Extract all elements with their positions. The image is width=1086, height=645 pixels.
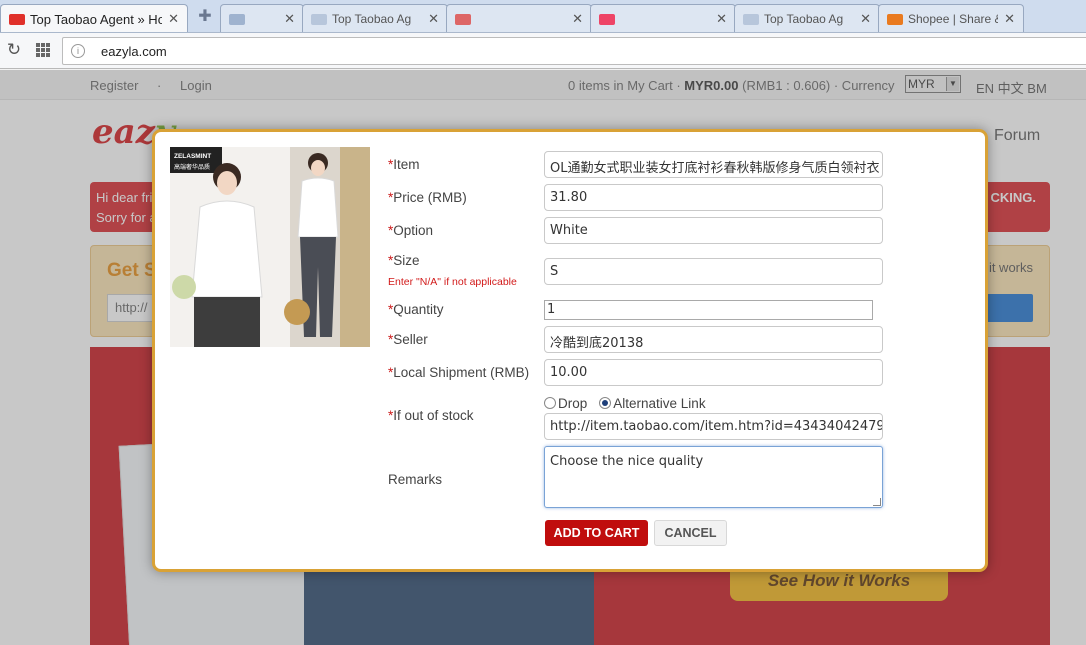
browser-tab-active[interactable]: Top Taobao Agent » Home ✕ <box>0 4 188 32</box>
tab-favicon-icon <box>455 13 471 25</box>
browser-tab[interactable]: Top Taobao Ag ✕ <box>302 4 448 32</box>
label-text: Size <box>393 253 420 268</box>
url-text: eazyla.com <box>101 44 167 59</box>
browser-tab[interactable]: Shopee | Share & ... ✕ <box>878 4 1024 32</box>
cancel-button[interactable]: CANCEL <box>654 520 727 546</box>
label-text: Option <box>393 223 434 238</box>
label-text: Local Shipment (RMB) <box>393 365 530 380</box>
quantity-input[interactable]: 1 <box>544 300 873 320</box>
tab-close-icon[interactable]: ✕ <box>168 11 179 27</box>
tab-favicon-icon <box>599 13 615 25</box>
label-text: Quantity <box>393 302 444 317</box>
tab-title: Top Taobao Ag <box>332 12 412 26</box>
label-text: If out of stock <box>393 408 474 423</box>
resize-grip-icon[interactable] <box>873 498 881 506</box>
label-text: Price (RMB) <box>393 190 467 205</box>
tab-close-icon[interactable]: ✕ <box>428 11 439 27</box>
add-to-cart-modal: ZELASMINT 高端奢华品质 *Item OL通勤女式职业装女打底衬衫春秋韩… <box>152 129 988 572</box>
shipment-label: *Local Shipment (RMB) <box>388 365 529 380</box>
tab-title: Top Taobao Agent » Home <box>30 11 162 27</box>
remarks-textarea[interactable]: Choose the nice quality <box>544 446 883 508</box>
size-label: *Size <box>388 253 420 268</box>
item-label: *Item <box>388 157 420 172</box>
shipment-input[interactable]: 10.00 <box>544 359 883 386</box>
add-to-cart-form: *Item OL通勤女式职业装女打底衬衫春秋韩版修身气质白领衬衣 *Price … <box>155 132 985 569</box>
browser-tab[interactable]: ✕ <box>446 4 592 32</box>
browser-tab[interactable]: Top Taobao Ag ✕ <box>734 4 880 32</box>
label-text: Seller <box>393 332 428 347</box>
radio-drop[interactable] <box>544 397 556 409</box>
price-input[interactable]: 31.80 <box>544 184 883 211</box>
out-of-stock-options: Drop Alternative Link <box>544 394 706 412</box>
radio-alternative-link-label[interactable]: Alternative Link <box>613 396 705 411</box>
tab-close-icon[interactable]: ✕ <box>716 11 727 27</box>
page-info-icon[interactable]: i <box>71 44 85 58</box>
browser-tab[interactable]: ✕ <box>220 4 304 32</box>
option-label: *Option <box>388 223 433 238</box>
tab-close-icon[interactable]: ✕ <box>860 11 871 27</box>
tab-close-icon[interactable]: ✕ <box>284 11 295 27</box>
radio-alternative-link[interactable] <box>599 397 612 409</box>
item-input[interactable]: OL通勤女式职业装女打底衬衫春秋韩版修身气质白领衬衣 <box>544 151 883 178</box>
new-tab-icon[interactable]: ✚ <box>196 9 214 25</box>
browser-tab[interactable]: ✕ <box>590 4 736 32</box>
tab-title: Top Taobao Ag <box>764 12 844 26</box>
tab-close-icon[interactable]: ✕ <box>572 11 583 27</box>
seller-input[interactable]: 冷酷到底20138 <box>544 326 883 353</box>
tab-favicon-icon <box>311 13 327 25</box>
out-of-stock-label: *If out of stock <box>388 408 474 423</box>
tab-favicon-icon <box>743 13 759 25</box>
alternative-link-input[interactable]: http://item.taobao.com/item.htm?id=43434… <box>544 413 883 440</box>
apps-grid-icon[interactable] <box>36 43 50 57</box>
seller-label: *Seller <box>388 332 428 347</box>
tab-favicon-icon <box>887 13 903 25</box>
site-favicon-icon <box>9 13 25 25</box>
reload-icon[interactable]: ↻ <box>4 40 24 60</box>
radio-drop-label[interactable]: Drop <box>558 396 587 411</box>
size-hint: Enter "N/A" if not applicable <box>388 276 517 288</box>
add-to-cart-button[interactable]: ADD TO CART <box>545 520 648 546</box>
tab-close-icon[interactable]: ✕ <box>1004 11 1015 27</box>
tab-favicon-icon <box>229 13 245 25</box>
size-input[interactable]: S <box>544 258 883 285</box>
remarks-text: Choose the nice quality <box>550 454 704 469</box>
address-bar[interactable]: i eazyla.com <box>62 37 1086 65</box>
remarks-label: Remarks <box>388 472 443 487</box>
browser-toolbar: ↻ i eazyla.com <box>0 33 1086 69</box>
option-input[interactable]: White <box>544 217 883 244</box>
price-label: *Price (RMB) <box>388 190 467 205</box>
label-text: Item <box>393 157 420 172</box>
tab-title: Shopee | Share & ... <box>908 12 998 26</box>
quantity-label: *Quantity <box>388 302 444 317</box>
browser-tabstrip: Top Taobao Agent » Home ✕ ✚ ✕ Top Taobao… <box>0 0 1086 33</box>
